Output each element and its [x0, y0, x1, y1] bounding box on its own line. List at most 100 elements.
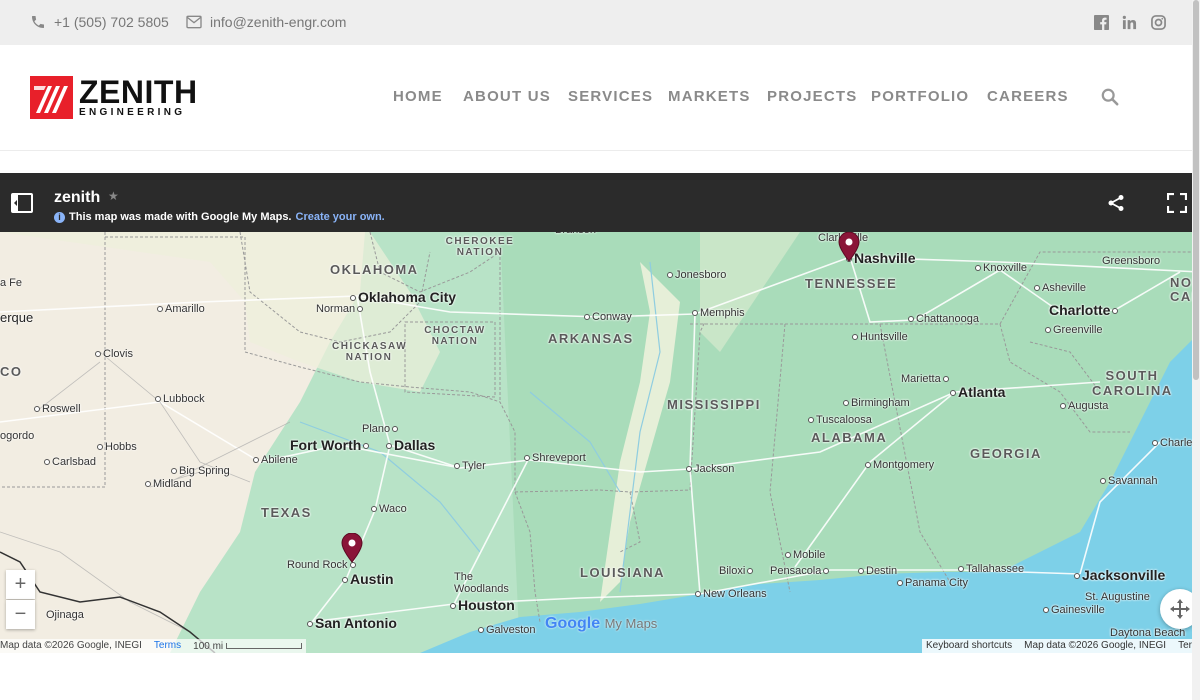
city-label: Tallahassee: [958, 563, 1024, 575]
city-label: Greensboro: [1102, 255, 1161, 267]
city-label: Jonesboro: [667, 269, 726, 281]
sidebar-toggle-icon[interactable]: [11, 193, 33, 218]
city-label: Plano: [362, 423, 400, 435]
zoom-in-button[interactable]: +: [6, 570, 35, 599]
nav-services[interactable]: SERVICES: [568, 88, 653, 105]
logo-subtitle: ENGINEERING: [79, 107, 186, 118]
envelope-icon: [186, 15, 202, 29]
fullscreen-icon[interactable]: [1166, 192, 1188, 218]
map-made-note: i This map was made with Google My Maps.…: [54, 211, 385, 223]
phone-number: +1 (505) 702 5805: [54, 14, 169, 30]
scale-indicator[interactable]: 100 mi: [193, 640, 302, 653]
city-label: Memphis: [692, 307, 745, 319]
google-my-maps-logo: Google My Maps: [545, 615, 657, 633]
page-scrollbar[interactable]: [1192, 0, 1200, 700]
city-label: The Woodlands: [454, 571, 509, 595]
terms-link[interactable]: Terms: [154, 640, 181, 653]
city-label: ogordo: [0, 430, 35, 442]
city-label: Dallas: [386, 437, 435, 453]
email-contact[interactable]: info@zenith-engr.com: [186, 14, 346, 30]
nav-portfolio[interactable]: PORTFOLIO: [871, 88, 969, 105]
logo-mark-icon: [30, 76, 73, 119]
search-button[interactable]: [1101, 88, 1121, 108]
city-label: Jackson: [686, 463, 734, 475]
instagram-icon[interactable]: [1149, 13, 1167, 31]
nation-label: CHICKASAW NATION: [332, 341, 408, 363]
city-label: Tyler: [454, 460, 486, 472]
nav-careers[interactable]: CAREERS: [987, 88, 1069, 105]
map-data-text: Map data ©2026 Google, INEGI: [0, 640, 142, 651]
map-terrain: [0, 232, 1200, 653]
city-label: Houston: [450, 597, 515, 613]
city-label: Shreveport: [524, 452, 586, 464]
phone-contact[interactable]: +1 (505) 702 5805: [30, 14, 169, 30]
zoom-out-button[interactable]: −: [6, 600, 35, 629]
city-label: Norman: [316, 303, 365, 315]
search-icon: [1101, 88, 1119, 106]
state-label: MISSISSIPPI: [667, 397, 761, 412]
zenith-logo[interactable]: ZENITH ENGINEERING: [30, 76, 198, 119]
state-label: TENNESSEE: [805, 276, 898, 291]
nation-label: CHOCTAW NATION: [424, 325, 486, 347]
city-label: Augusta: [1060, 400, 1108, 412]
nav-home[interactable]: HOME: [393, 88, 443, 105]
facebook-icon[interactable]: [1092, 13, 1110, 31]
map-embed[interactable]: zenith ★ i This map was made with Google…: [0, 173, 1200, 653]
city-label: Austin: [342, 571, 394, 587]
city-label: Montgomery: [865, 459, 934, 471]
city-label: erque: [0, 310, 34, 325]
location-pin-marker[interactable]: [838, 232, 860, 262]
city-label: Atlanta: [950, 384, 1005, 400]
state-label: ALABAMA: [811, 430, 888, 445]
nav-markets[interactable]: MARKETS: [668, 88, 751, 105]
city-label: Marietta: [901, 373, 951, 385]
email-address: info@zenith-engr.com: [210, 14, 347, 30]
city-label: Hobbs: [97, 441, 137, 453]
linkedin-icon[interactable]: [1120, 13, 1138, 31]
map-attribution-right: Keyboard shortcuts Map data ©2026 Google…: [922, 639, 1200, 653]
state-label: LOUISIANA: [580, 565, 665, 580]
city-label: Ojinaga: [46, 609, 84, 621]
city-label: Abilene: [253, 454, 298, 466]
google-brand: Google: [545, 615, 601, 632]
nation-label: CHEROKEE NATION: [445, 236, 515, 258]
city-label: Panama City: [897, 577, 968, 589]
location-pin-marker[interactable]: [341, 533, 363, 563]
city-label: Daytona Beach: [1110, 627, 1186, 639]
map-attribution-left: Map data ©2026 Google, INEGI Terms 100 m…: [0, 639, 306, 653]
city-label: New Orleans: [695, 588, 767, 600]
nav-projects[interactable]: PROJECTS: [767, 88, 857, 105]
city-label: Mobile: [785, 549, 825, 561]
map-header-bar: zenith ★ i This map was made with Google…: [0, 173, 1200, 232]
star-icon[interactable]: ★: [108, 189, 119, 203]
city-label: Clovis: [95, 348, 133, 360]
move-arrows-icon: [1170, 599, 1190, 619]
share-icon[interactable]: [1107, 194, 1125, 217]
map-note-text: This map was made with Google My Maps.: [69, 211, 292, 223]
city-label: Oklahoma City: [350, 289, 456, 305]
city-label: Tuscaloosa: [808, 414, 872, 426]
city-label: Knoxville: [975, 262, 1027, 274]
create-your-own-link[interactable]: Create your own.: [296, 211, 385, 223]
city-label: Amarillo: [157, 303, 205, 315]
city-label: Pensacola: [770, 565, 831, 577]
scrollbar-thumb[interactable]: [1193, 0, 1199, 380]
city-label: Galveston: [478, 624, 536, 636]
nav-about-us[interactable]: ABOUT US: [463, 88, 551, 105]
city-label: Biloxi: [719, 565, 755, 577]
map-canvas[interactable]: OKLAHOMA TEXAS ARKANSAS LOUISIANA MISSIS…: [0, 224, 1200, 653]
map-title[interactable]: zenith: [54, 189, 100, 207]
info-icon: i: [54, 211, 65, 223]
city-label: Carlsbad: [44, 456, 96, 468]
city-label: Savannah: [1100, 475, 1158, 487]
city-label: a Fe: [0, 277, 23, 289]
city-label: Greenville: [1045, 324, 1103, 336]
keyboard-shortcuts-link[interactable]: Keyboard shortcuts: [926, 640, 1012, 652]
city-label: Asheville: [1034, 282, 1086, 294]
map-data-text: Map data ©2026 Google, INEGI: [1024, 640, 1167, 651]
state-label: SOUTH CAROLINA: [1092, 368, 1173, 398]
logo-name: ZENITH: [79, 74, 198, 110]
my-maps-brand: My Maps: [604, 616, 658, 631]
state-label: GEORGIA: [970, 446, 1042, 461]
state-label: OKLAHOMA: [330, 262, 419, 277]
